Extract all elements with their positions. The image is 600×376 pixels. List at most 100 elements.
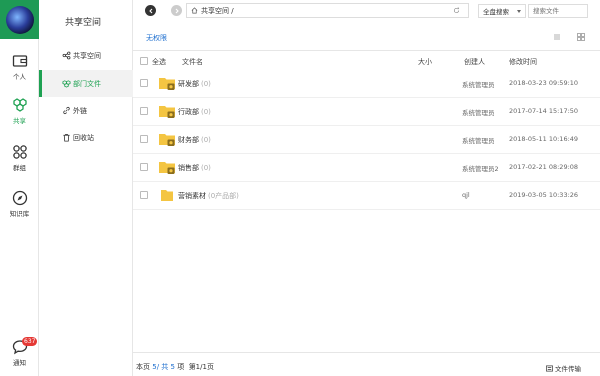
row-checkbox[interactable] [140,107,148,115]
space-nav: 共享空间 共享空间 部门文件 外链 回收站 [39,0,133,376]
file-transfer-button[interactable]: 文件传输 [546,363,581,373]
rail-label: 通知 [13,359,26,367]
shared-folder-icon [159,106,175,118]
status-bar: 本页 5/ 共 5 项 第1/1页 文件传输 [133,352,600,376]
list-view-icon[interactable] [553,33,561,41]
select-all-checkbox[interactable] [140,57,148,65]
file-name[interactable]: 财务部 (0) [178,135,211,145]
file-creator: 系统管理员 [462,137,495,145]
file-tag: (0) [201,136,211,144]
transfer-icon [546,365,553,371]
home-icon [191,7,198,14]
rail-label: 共享 [13,117,26,125]
file-mtime: 2018-03-23 09:59:10 [509,79,579,87]
table-row[interactable]: 研发部 (0) 系统管理员 2018-03-23 09:59:10 [133,69,600,98]
table-row[interactable]: 财务部 (0) 系统管理员 2018-05-11 10:16:49 [133,125,600,154]
row-checkbox[interactable] [140,191,148,199]
logo-orb [5,5,34,34]
nav-item-recycle-bin[interactable]: 回收站 [39,124,133,151]
page-info: 本页 5/ 共 5 项 第1/1页 [136,362,214,372]
nav-item-label: 部门文件 [73,79,101,88]
page-info-mid: / 共 [156,363,169,371]
app-rail: 个人 共享 群组 知识库 637 通知 [0,0,39,376]
group-icon [12,145,27,159]
chevron-down-icon [517,10,521,13]
header-name[interactable]: 文件名 [182,57,203,67]
table-row[interactable]: 行政部 (0) 系统管理员 2017-07-14 15:17:50 [133,97,600,126]
table-header: 全选 文件名 大小 创建人 修改时间 [133,53,600,69]
nav-item-dept-files[interactable]: 部门文件 [39,70,133,97]
file-name[interactable]: 营销素材 (0产品部) [178,191,239,201]
file-name[interactable]: 研发部 (0) [178,79,211,89]
folder-icon [161,190,173,201]
page-info-suffix: 项 [177,363,185,371]
rail-item-groups[interactable]: 群组 [0,144,39,172]
toolbar-divider [133,50,600,51]
search-scope-select[interactable]: 全盘搜索 [478,4,526,18]
page-info-prefix: 本页 [136,363,150,371]
grid-view-icon[interactable] [577,33,585,41]
header-creator[interactable]: 创建人 [464,57,485,67]
total-item-count: 5 [170,363,175,371]
file-mtime: 2018-05-11 10:16:49 [509,135,579,143]
share-icon [62,51,71,60]
header-size[interactable]: 大小 [418,57,432,67]
nav-item-label: 共享空间 [73,51,101,60]
permission-status: 无权限 [146,34,167,42]
arrow-right-icon [175,8,179,13]
file-name-text: 营销素材 [178,192,206,200]
wallet-icon [12,55,27,67]
header-mtime[interactable]: 修改时间 [509,57,537,67]
space-nav-title: 共享空间 [65,18,102,28]
rail-item-shared[interactable]: 共享 [0,97,39,125]
row-checkbox[interactable] [140,135,148,143]
file-mtime: 2017-07-14 15:17:50 [509,107,579,115]
file-name[interactable]: 行政部 (0) [178,107,211,117]
file-creator: 系统管理员2 [462,165,499,173]
nav-item-links[interactable]: 外链 [39,97,133,124]
path-bar[interactable]: 共享空间 / [186,3,469,18]
rail-label: 知识库 [9,210,30,218]
shared-folder-icon [159,162,175,174]
shared-folder-icon [159,78,175,90]
table-row[interactable]: 销售部 (0) 系统管理员2 2017-02-21 08:29:08 [133,153,600,182]
nav-item-label: 外链 [73,106,87,115]
row-checkbox[interactable] [140,163,148,171]
page-number: 第1/1页 [188,363,214,371]
path-text: 共享空间 / [201,6,234,15]
file-transfer-label: 文件传输 [555,365,581,373]
file-mtime: 2017-02-21 08:29:08 [509,163,579,171]
file-name-text: 行政部 [178,108,199,116]
rail-label: 个人 [13,73,26,81]
nav-item-shared-space[interactable]: 共享空间 [39,42,133,69]
file-browser: 共享空间 / 全盘搜索 无权限 全选 文件名 大小 创建人 修改时间 研发部(0… [133,0,600,376]
file-tag: (0) [201,108,211,116]
cubes-icon [12,98,27,112]
app-logo[interactable] [0,0,39,39]
link-icon [63,106,70,115]
file-tag: (0) [201,164,211,172]
back-button[interactable] [145,5,156,16]
file-name-text: 财务部 [178,136,199,144]
rail-label: 群组 [13,164,26,172]
trash-icon [63,133,70,142]
file-name-text: 销售部 [178,164,199,172]
cubes-icon [62,80,71,88]
rail-item-personal[interactable]: 个人 [0,53,39,81]
search-scope-value: 全盘搜索 [483,8,509,16]
rail-item-knowledge[interactable]: 知识库 [0,190,39,218]
header-select-all[interactable]: 全选 [152,57,166,67]
table-row[interactable]: 营销素材 (0产品部) qjl 2019-03-05 10:33:26 [133,181,600,210]
file-tag: (0) [201,80,211,88]
rail-item-notify[interactable]: 637 通知 [0,337,39,367]
shared-folder-icon [159,134,175,146]
arrow-left-icon [148,8,152,13]
row-checkbox[interactable] [140,79,148,87]
nav-item-label: 回收站 [73,133,94,142]
file-name[interactable]: 销售部 (0) [178,163,211,173]
file-creator: qjl [462,191,470,199]
file-creator: 系统管理员 [462,81,495,89]
refresh-icon[interactable] [453,7,460,14]
forward-button[interactable] [171,5,182,16]
search-input[interactable] [528,4,588,18]
